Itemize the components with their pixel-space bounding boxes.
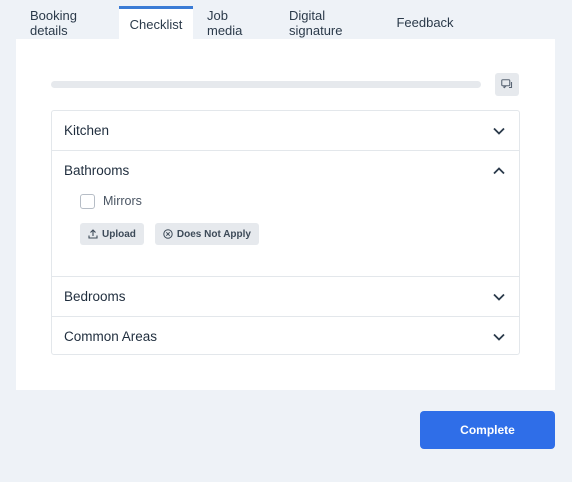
- section-header-bedrooms[interactable]: Bedrooms: [52, 277, 519, 316]
- comment-icon: [501, 79, 513, 89]
- checklist-item: Mirrors: [52, 190, 519, 212]
- checklist-accordion: Kitchen Bathrooms Mirrors Upload Does No…: [51, 110, 520, 355]
- does-not-apply-label: Does Not Apply: [176, 228, 251, 240]
- section-bathrooms: Bathrooms Mirrors Upload Does Not Apply: [52, 151, 519, 277]
- tab-feedback[interactable]: Feedback: [385, 6, 465, 39]
- upload-icon: [88, 229, 98, 239]
- chevron-down-icon: [493, 293, 505, 301]
- section-header-kitchen[interactable]: Kitchen: [52, 111, 519, 150]
- tab-checklist[interactable]: Checklist: [119, 6, 193, 39]
- comment-button[interactable]: [495, 73, 519, 96]
- checklist-panel: Kitchen Bathrooms Mirrors Upload Does No…: [16, 39, 555, 390]
- tab-job-media[interactable]: Job media: [193, 6, 275, 39]
- complete-button[interactable]: Complete: [420, 411, 555, 449]
- tab-booking-details[interactable]: Booking details: [16, 6, 119, 39]
- section-kitchen: Kitchen: [52, 111, 519, 151]
- upload-label: Upload: [102, 228, 136, 240]
- circle-x-icon: [163, 229, 173, 239]
- item-label: Mirrors: [103, 194, 142, 208]
- tab-bar: Booking details Checklist Job media Digi…: [16, 6, 465, 39]
- tab-digital-signature[interactable]: Digital signature: [275, 6, 385, 39]
- item-actions: Upload Does Not Apply: [52, 223, 519, 245]
- section-title: Common Areas: [64, 329, 158, 344]
- section-header-common-areas[interactable]: Common Areas: [52, 317, 519, 356]
- item-checkbox[interactable]: [80, 193, 95, 209]
- upload-button[interactable]: Upload: [80, 223, 144, 245]
- section-common-areas: Common Areas: [52, 317, 519, 356]
- section-title: Bedrooms: [64, 289, 126, 304]
- chevron-up-icon: [493, 166, 505, 174]
- progress-bar: [51, 81, 481, 88]
- chevron-down-icon: [493, 333, 505, 341]
- section-title: Bathrooms: [64, 163, 130, 178]
- section-bedrooms: Bedrooms: [52, 277, 519, 317]
- section-title: Kitchen: [64, 123, 110, 138]
- chevron-down-icon: [493, 127, 505, 135]
- does-not-apply-button[interactable]: Does Not Apply: [154, 223, 259, 245]
- section-header-bathrooms[interactable]: Bathrooms: [52, 151, 519, 190]
